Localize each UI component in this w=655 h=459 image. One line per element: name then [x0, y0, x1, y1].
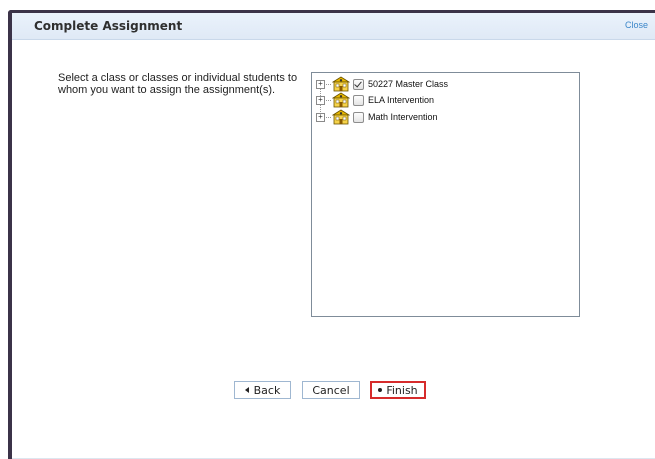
- tree-item[interactable]: + ELA Intervention: [316, 91, 434, 109]
- class-building-icon: [332, 109, 350, 125]
- cancel-button[interactable]: Cancel: [302, 381, 360, 399]
- close-link[interactable]: Close: [625, 20, 648, 30]
- complete-assignment-dialog: Complete Assignment Close Select a class…: [0, 0, 655, 459]
- class-label: 50227 Master Class: [368, 79, 449, 89]
- class-tree[interactable]: + 50227 Master Class + ELA Intervention …: [311, 72, 580, 317]
- back-button-label: Back: [253, 383, 281, 397]
- class-building-icon: [332, 92, 350, 108]
- expand-plus-icon[interactable]: +: [316, 112, 325, 122]
- bullet-icon: [378, 388, 383, 392]
- dialog-frame-left: [8, 10, 12, 459]
- expand-plus-icon[interactable]: +: [316, 95, 325, 105]
- tree-dots: [326, 99, 331, 101]
- class-checkbox[interactable]: [353, 111, 364, 123]
- class-label: ELA Intervention: [368, 95, 435, 105]
- cancel-button-label: Cancel: [312, 383, 350, 397]
- tree-dots: [326, 83, 331, 85]
- expand-plus-icon[interactable]: +: [316, 79, 325, 89]
- class-label: Math Intervention: [368, 112, 438, 122]
- finish-button-label: Finish: [386, 383, 418, 397]
- tree-dots: [326, 116, 331, 118]
- dialog-header: Complete Assignment Close: [12, 13, 655, 40]
- class-building-icon: [332, 76, 350, 92]
- back-button[interactable]: Back: [234, 381, 291, 399]
- arrow-left-icon: [244, 387, 249, 393]
- class-checkbox[interactable]: [353, 78, 364, 90]
- class-checkbox[interactable]: [353, 94, 364, 106]
- instruction-text: Select a class or classes or individual …: [58, 72, 298, 96]
- tree-item[interactable]: + Math Intervention: [316, 108, 438, 126]
- dialog-title: Complete Assignment: [34, 19, 183, 33]
- finish-button[interactable]: Finish: [370, 381, 426, 399]
